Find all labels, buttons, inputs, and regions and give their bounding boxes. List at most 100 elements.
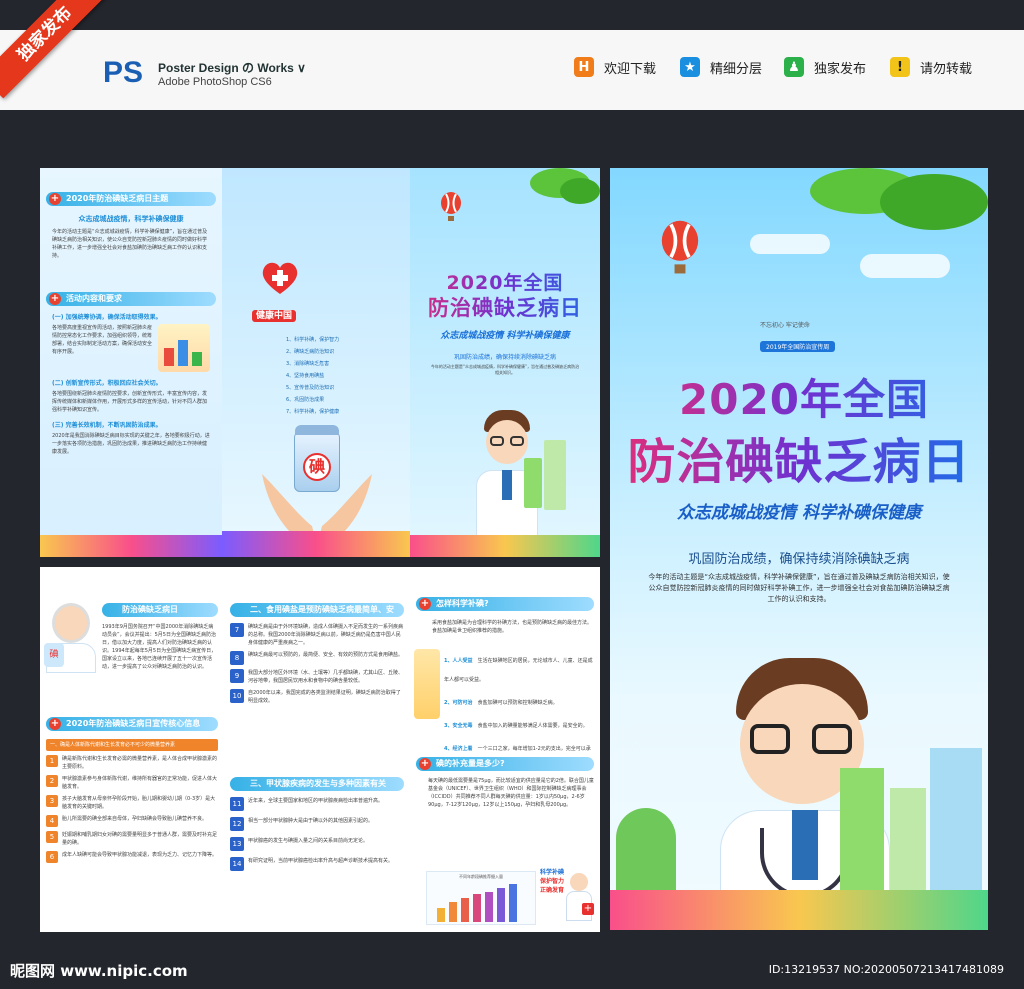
section-title: 2020年防治碘缺乏病日宣传核心信息 [66, 719, 201, 728]
intake-chart: 不同年龄段碘推荐摄入量 [426, 871, 536, 925]
bar-mark [473, 894, 481, 922]
h-icon: H [574, 57, 594, 77]
header-item-layers[interactable]: ★ 精细分层 [680, 57, 762, 77]
header-item-label: 请勿转载 [920, 61, 973, 77]
heart-icon [262, 262, 298, 294]
paragraph: 2020年是我国消除碘缺乏病目标实现的关键之年，各地要积极行动，进一步落实各项防… [52, 433, 210, 455]
paragraph: 各地要围绕新冠肺炎疫情防控要求，创新宣传形式，丰富宣传内容，发挥传统媒体和新媒体… [52, 391, 208, 413]
list-item: 1、人人受益 生活在缺碘地区的居民，无论城市人、儿童、还是成年人都可以受益。 [444, 647, 594, 685]
list-item: 9 我国大部分地区外环境（水、土壤等）几乎都缺碘，尤其山区、丘陵、河谷地带，我国… [230, 669, 404, 685]
header-item-download[interactable]: H 欢迎下载 [574, 57, 656, 77]
building-shape [544, 440, 566, 510]
ground-strip [222, 531, 410, 557]
list-item: 2、碘缺乏病防治知识 [286, 349, 335, 355]
cover-paragraph: 今年的活动主题是“众志成城战疫情，科学补碘保健康”，旨在通过普及碘缺乏病防治相关… [430, 364, 580, 375]
red-cross-icon: + [49, 293, 61, 305]
health-china-badge: 健康中国 [252, 308, 297, 322]
item-title: 3、安全无毒 [444, 723, 473, 729]
cover-title-line1: 2020年全国 [630, 366, 978, 427]
cover-title-line1: 2020年全国 [410, 268, 600, 295]
list-item: 14 有研究证明，当前甲状腺癌检出率升高与超声诊断技术提高有关。 [230, 857, 404, 871]
site-logo[interactable]: 昵图网 www.nipic.com [10, 960, 188, 981]
list-item: 2、可防可治 食盐加碘可以预防和控制碘缺乏病。 [444, 689, 594, 708]
list-item: 3 孩子大脑发育从母亲怀孕阶段开始，胎儿期和婴幼儿期（0-3岁）是大脑发育的关键… [46, 795, 218, 811]
panel-how-to: + 怎样科学补碘? 采用食盐加碘是为合理科学的补碘方法，也是预防碘缺乏病的最佳方… [410, 567, 600, 932]
item-number: 5 [46, 831, 58, 843]
building-shape [930, 748, 982, 908]
footer: 昵图网 www.nipic.com ID:13219537 NO:2020050… [0, 955, 1024, 989]
red-cross-icon: + [419, 758, 431, 770]
panel-health: 健康中国 1、科学补碘，保护智力 2、碘缺乏病防治知识 3、消除碘缺乏危害 4、… [222, 168, 410, 557]
item-text: 孩子大脑发育从母亲怀孕阶段开始，胎儿期和婴幼儿期（0-3岁）是大脑发育的关键时期… [62, 796, 216, 810]
item-title: 1、人人受益 [444, 658, 473, 664]
ground-strip [410, 535, 600, 557]
theme-paragraph: 今年的活动主题是“众志成城战疫情，科学补碘保健康”，旨在通过普及碘缺乏病防治相关… [52, 229, 208, 259]
red-cross-icon: + [582, 903, 594, 915]
section-bar: + 2020年防治碘缺乏病日主题 [46, 192, 216, 206]
item-text: 胎儿所需要的碘全部来自母体，孕妇缺碘会导致胎儿碘营养不良。 [62, 816, 208, 822]
info-list: 1 碘是新陈代谢和生长发育必需的微量营养素，是人体合成甲状腺激素的主要原料。 2… [46, 755, 218, 867]
building-shape [840, 768, 884, 908]
ground-strip [610, 890, 988, 930]
item-text: 自2000年以来，我国完成的各类监测结果证明，碘缺乏病防治取得了明显成效。 [248, 690, 401, 704]
item-number: 3 [46, 795, 58, 807]
item-text: 妊娠期和哺乳期妇女对碘的需要量明显多于普通人群，需要及时补充足量的碘。 [62, 832, 218, 846]
panel-cover-small: 2020年全国 防治碘缺乏病日 众志成城战疫情 科学补碘保健康 巩固防治成绩，确… [410, 168, 600, 557]
section-bar: + 2020年防治碘缺乏病日宣传核心信息 [46, 717, 218, 731]
item-number: 9 [230, 669, 244, 683]
section-title: 2020年防治碘缺乏病日主题 [66, 194, 169, 203]
header-bar [0, 30, 1024, 110]
header-subtitle: Adobe PhotoShop CS6 [158, 76, 272, 88]
header-item-label: 欢迎下载 [604, 61, 657, 77]
cover-line: 巩固防治成绩，确保持续消除碘缺乏病 [688, 552, 910, 567]
page: 独家发布 PS Poster Design の Works ∨ Adobe Ph… [0, 0, 1024, 989]
paragraph: 采用食盐加碘是为合理科学的补碘方法，也是预防碘缺乏病的最佳方法。食盐加碘是世卫组… [432, 620, 593, 634]
red-cross-icon: + [49, 193, 61, 205]
item-number: 6 [46, 851, 58, 863]
cover-tag: 2019年全国防治宣传周 [760, 341, 836, 352]
section-title: 怎样科学补碘? [436, 599, 489, 608]
list-item: 1 碘是新陈代谢和生长发育必需的微量营养素，是人体合成甲状腺激素的主要原料。 [46, 755, 218, 771]
panel-theme: + 2020年防治碘缺乏病日主题 众志成城战疫情，科学补碘保健康 今年的活动主题… [40, 168, 222, 557]
item-number: 13 [230, 837, 244, 851]
old-doctor-illustration: 碘 [44, 603, 96, 673]
header-item-no-repost[interactable]: ! 请勿转载 [890, 57, 972, 77]
header-item-label: 独家发布 [814, 61, 867, 77]
red-cross-icon: + [419, 598, 431, 610]
list-item: 7、科学补碘，保护健康 [286, 409, 340, 415]
list-item: 2 甲状腺激素参与身体新陈代谢，维持所有器官的正常功能，促进人体大脑发育。 [46, 775, 218, 791]
image-id-text: ID:13219537 NO:20200507213417481089 [768, 963, 1004, 976]
illustration-image [158, 324, 210, 372]
list-item: 7 碘缺乏病是由于外环境缺碘，造成人体碘摄入不足而发生的一系列疾病的总称。我国2… [230, 623, 404, 647]
list-item: 6、巩固防治成果 [286, 397, 325, 403]
list-item: 10 自2000年以来，我国完成的各类监测结果证明，碘缺乏病防治取得了明显成效。 [230, 689, 404, 705]
badge-text: 健康中国 [252, 310, 297, 322]
info-bar: 一、确是人体新陈代谢和生长发育必不可少的微量营养素 [46, 739, 218, 751]
item-text: 成年人缺碘可能会导致甲状腺功能减退，表现为乏力、记忆力下降等。 [62, 852, 218, 858]
section-bar: 三、甲状腺疾病的发生与多种因素有关 [230, 777, 404, 791]
cover-slogan: 众志成城战疫情 科学补碘保健康 [677, 503, 921, 523]
theme-section: + 2020年防治碘缺乏病日主题 众志成城战疫情，科学补碘保健康 今年的活动主题… [46, 192, 216, 260]
header-item-exclusive[interactable]: ♟ 独家发布 [784, 57, 866, 77]
list-item: 13 甲状腺癌的发生与碘摄入量之间的关系目前尚无定论。 [230, 837, 404, 851]
cover-title-line2: 防治碘缺乏病日 [620, 422, 978, 492]
poster-mini: 科学补碘 保护智力 正确发育 + [540, 867, 594, 927]
section-bar: + 活动内容和要求 [46, 292, 216, 306]
list-item: 5、宣传普及防治知识 [286, 385, 335, 391]
cover-title-line2: 防治碘缺乏病日 [410, 292, 600, 322]
panel-cover: 不忘初心 牢记使命 2019年全国防治宣传周 2020年全国 防治碘缺乏病日 众… [610, 168, 988, 930]
cover-slogan: 众志成城战疫情 科学补碘保健康 [440, 331, 570, 341]
building-shape [524, 458, 542, 508]
item-text: 有研究证明，当前甲状腺癌检出率升高与超声诊断技术提高有关。 [248, 858, 394, 864]
theme-slogan: 众志成城战疫情，科学补碘保健康 [78, 215, 184, 223]
list-item: 11 近年来，全球主要国家和地区的甲状腺疾病检出率普遍升高。 [230, 797, 404, 811]
bar-mark [485, 892, 493, 922]
item-text: 甲状腺癌的发生与碘摄入量之间的关系目前尚无定论。 [248, 838, 369, 844]
bar-mark [509, 884, 517, 922]
info-list: 7 碘缺乏病是由于外环境缺碘，造成人体碘摄入不足而发生的一系列疾病的总称。我国2… [230, 623, 404, 709]
item-number: 11 [230, 797, 244, 811]
section-bar: + 怎样科学补碘? [416, 597, 594, 611]
paragraph: 各地要高度重视宣传周活动，按照新冠肺炎疫情防控常态化工作要求，加强组织领导，统筹… [52, 325, 153, 355]
section-bar: 防治碘缺乏病日 [102, 603, 218, 617]
section-title: 活动内容和要求 [66, 294, 122, 303]
